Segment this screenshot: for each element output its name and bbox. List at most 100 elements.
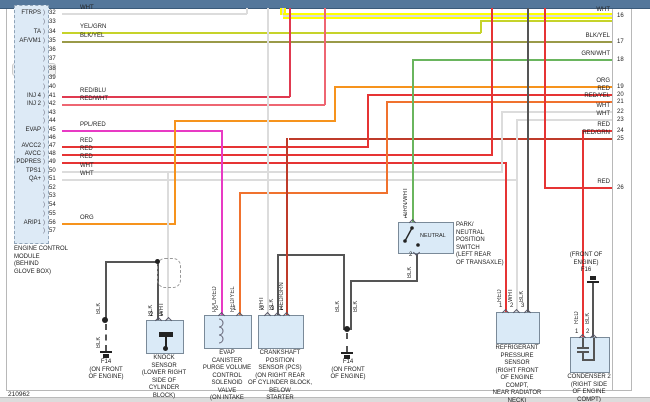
pcs-pin2-num: 2	[261, 306, 265, 312]
refrigerant-caption: REFRIGERANT PRESSURE SENSOR (RIGHT FRONT…	[492, 345, 542, 402]
wire-arip1-org[interactable]	[62, 223, 175, 225]
wire-ftrps-wht[interactable]	[62, 13, 247, 15]
wire-left-gnd[interactable]	[105, 261, 107, 320]
wire-grnwht-down[interactable]	[412, 59, 414, 222]
ecm-pin-number: 56	[49, 220, 56, 226]
wire-blk-pcs-gnd[interactable]	[278, 254, 345, 256]
ecm-pin-number: 55	[49, 211, 56, 217]
wire-yelgrn-upper[interactable]	[481, 20, 612, 22]
wire-avcc-up[interactable]	[491, 8, 493, 156]
wire-yelgrn-riser[interactable]	[480, 20, 482, 33]
pcs-box[interactable]	[258, 315, 304, 349]
wire-wht-t16[interactable]	[283, 15, 612, 17]
wire-refwht-down[interactable]	[516, 119, 518, 312]
ecm-pin-wire-color: BLK/YEL	[80, 33, 105, 39]
terminal-wire-color: WHT	[596, 111, 610, 117]
bottom-scrollbar[interactable]	[0, 397, 650, 402]
ecm-pin-bracket: )	[43, 151, 45, 157]
ecm-pin-number: 36	[49, 47, 56, 53]
wire-pcs-redgrn[interactable]	[286, 138, 288, 315]
ecm-pin-bracket: )	[43, 143, 45, 149]
refrigerant-sensor-box[interactable]	[496, 312, 540, 344]
wire-red-t26[interactable]	[545, 187, 612, 189]
ecm-pin-bracket: )	[43, 110, 45, 116]
wire-inj2-up[interactable]	[324, 8, 326, 105]
ecm-pin-bracket: )	[43, 10, 45, 16]
ecm-pin-bracket: )	[43, 159, 45, 165]
ecm-pin-wire-color: RED/WHT	[80, 96, 108, 102]
wire-org-riser2[interactable]	[334, 86, 336, 122]
ecm-pin-number: 32	[49, 10, 56, 16]
pcs-pin1-num: 1	[280, 306, 284, 312]
wire-refblk-up[interactable]	[527, 8, 529, 312]
wire-tps1-wht[interactable]	[62, 171, 502, 173]
junction-dot-right	[344, 326, 350, 332]
terminal-wire-color: RED/GRN	[582, 130, 610, 136]
terminal-number: 16	[617, 13, 624, 19]
wire-cond-blk-up[interactable]	[592, 283, 594, 337]
switch-caption: PARK/ NEUTRAL POSITION SWITCH (LEFT REAR…	[456, 222, 504, 266]
switch-inner-label: NEUTRAL	[420, 233, 446, 239]
ecm-pin-bracket: )	[43, 220, 45, 226]
ecm-pin-bracket: )	[43, 38, 45, 44]
wire-ftrps-up[interactable]	[246, 8, 248, 14]
ecm-pin-bracket: )	[43, 19, 45, 25]
wire-blk-r1[interactable]	[350, 280, 352, 330]
wire-pdpres-red[interactable]	[62, 162, 506, 164]
wire-wht-t23[interactable]	[517, 119, 612, 121]
ecm-pin-name: TPS1	[25, 168, 41, 174]
wire-org-riser1[interactable]	[174, 120, 176, 225]
terminal-number: 17	[617, 39, 624, 45]
evap-pin1-num: 1	[233, 306, 237, 312]
terminal-wire-color: GRN/WHT	[581, 51, 610, 57]
wire-knock-wht[interactable]	[167, 171, 169, 320]
wire-pplred-down[interactable]	[221, 130, 223, 315]
wire-inj2-redwht[interactable]	[62, 104, 325, 106]
pcs-caption: CRANKSHAFT POSITION SENSOR (PCS) (ON RIG…	[247, 350, 312, 401]
wire-redgrn-t25[interactable]	[289, 138, 612, 140]
wire-avcc2-red[interactable]	[62, 146, 368, 148]
wiring-diagram-viewer: 210962 210962 ENGINE CONTROL MODULE (BEH…	[0, 0, 650, 402]
wire-tps1-riser[interactable]	[501, 111, 503, 173]
wire-redyel-riser[interactable]	[386, 101, 388, 193]
wire-qa-wht[interactable]	[62, 179, 517, 181]
wire-t26-up[interactable]	[544, 8, 546, 189]
ecm-pin-bracket: )	[43, 29, 45, 35]
terminal-wire-color: RED	[597, 86, 610, 92]
wire-avcc-red[interactable]	[62, 154, 492, 156]
ecm-pin-name: AVCC	[24, 151, 41, 157]
vlabel-pcs-redgrn: RED/GRN	[279, 282, 285, 310]
wire-grnwht-t18[interactable]	[413, 59, 612, 61]
wire-inj4-up[interactable]	[289, 8, 291, 97]
wire-afvm1-blkyel[interactable]	[62, 41, 612, 43]
ecm-pin-wire-color: RED/BLU	[80, 88, 107, 94]
vlabel-cond-red: RED	[574, 311, 580, 324]
wire-avcc2-riser[interactable]	[367, 94, 369, 148]
wire-ta-yelgrn[interactable]	[62, 32, 481, 34]
ground-f14-right-bar	[341, 352, 353, 354]
wire-switch-blk[interactable]	[416, 252, 418, 282]
wire-cond-red-up[interactable]	[582, 130, 584, 337]
terminal-wire-color: RED/YEL	[584, 93, 610, 99]
ecm-pin-bracket: )	[43, 47, 45, 53]
wire-evap-pplred[interactable]	[62, 130, 222, 132]
knock-sensor-caption: KNOCK SENSOR (LOWER RIGHT SIDE OF CYLIND…	[141, 355, 187, 399]
wire-org-mid[interactable]	[175, 120, 336, 122]
vlabel-rgnd-blk-1: BLK	[335, 300, 341, 312]
ecm-pin-bracket: )	[43, 127, 45, 133]
wire-pcs-wht-up[interactable]	[267, 8, 269, 315]
coil-symbol	[218, 318, 224, 344]
ecm-pin-number: 54	[49, 202, 56, 208]
ecm-pin-wire-color: WHT	[80, 163, 94, 169]
wire-redyel-lower[interactable]	[240, 192, 388, 194]
ref-pin3-num: 3	[521, 303, 525, 309]
wire-redyel-down[interactable]	[239, 192, 241, 315]
wire-blk-switch-gnd[interactable]	[352, 280, 418, 282]
vlabel-gnd-blk-1: BLK	[96, 302, 102, 314]
wire-blk-knock-drain[interactable]	[106, 261, 158, 263]
condenser-box[interactable]	[570, 337, 610, 373]
cond-plate1	[577, 347, 589, 349]
wire-blk-r2[interactable]	[343, 254, 345, 330]
ecm-pin-bracket: )	[43, 176, 45, 182]
ecm-pin-name: AVCC2	[21, 143, 41, 149]
